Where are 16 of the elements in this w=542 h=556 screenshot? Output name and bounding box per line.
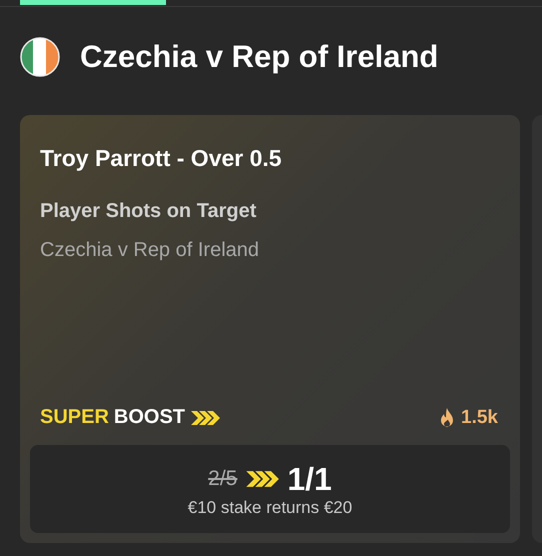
event-title: Czechia v Rep of Ireland: [80, 39, 438, 75]
old-price: 2/5: [208, 467, 238, 491]
chevrons-icon: [190, 410, 220, 426]
bet-card[interactable]: Troy Parrott - Over 0.5 Player Shots on Target Czechia v Rep of Ireland SUPER BOOST 1.5k 2/5 1/1 €10 stake returns €20: [20, 115, 520, 543]
event-name: Czechia v Rep of Ireland: [40, 239, 260, 262]
chevrons-icon: [245, 470, 280, 488]
popularity-count: 1.5k: [461, 406, 498, 428]
boost-label: SUPER: [40, 406, 109, 429]
flame-icon: [439, 408, 456, 428]
returns-text: €10 stake returns €20: [188, 498, 352, 518]
selection-name: Troy Parrott - Over 0.5: [40, 145, 283, 172]
flag-icon: [20, 37, 60, 77]
boosted-price: 1/1: [287, 460, 332, 498]
boost-label: BOOST: [114, 406, 186, 429]
price-button[interactable]: 2/5 1/1 €10 stake returns €20: [30, 445, 510, 533]
market-name: Player Shots on Target: [40, 200, 258, 223]
